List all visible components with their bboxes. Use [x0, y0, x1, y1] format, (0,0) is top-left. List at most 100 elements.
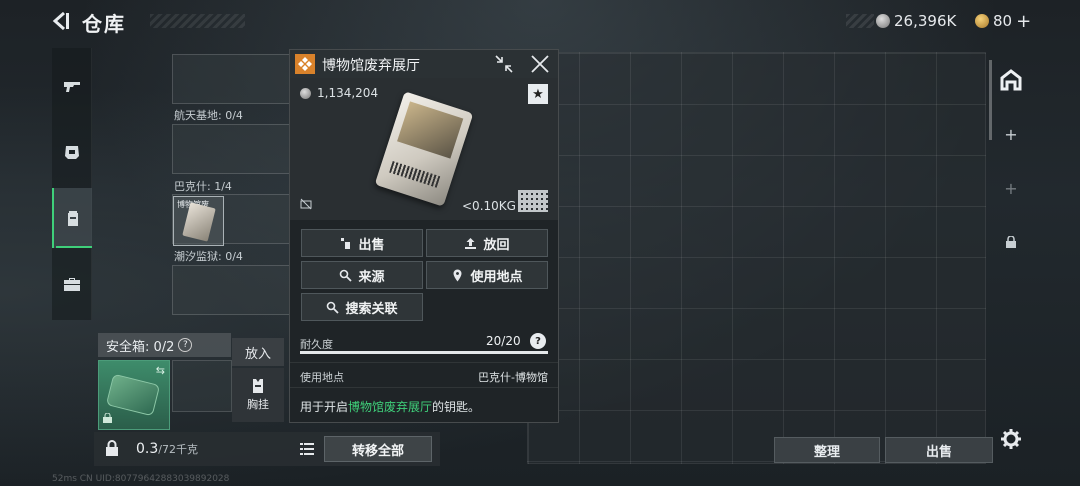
key-card-image	[374, 91, 474, 207]
slot-row-1[interactable]	[172, 54, 290, 104]
panel-sell-label: 出售	[358, 237, 385, 253]
list-icon[interactable]	[298, 440, 316, 458]
back-arrow-icon	[52, 11, 69, 31]
slot-row-2[interactable]	[172, 124, 290, 174]
panel-source-label: 来源	[358, 269, 385, 285]
durability-bar	[300, 351, 548, 354]
silver-amount: 26,396K	[894, 12, 957, 30]
description-highlight: 博物馆废弃展厅	[348, 400, 433, 414]
stash-tabs: + +	[992, 52, 1030, 432]
durability-label: 耐久度	[300, 338, 333, 351]
safe-box-label: 安全箱: 0/2	[106, 339, 175, 355]
currency-decoration	[846, 14, 874, 28]
panel-source-button[interactable]: 来源	[301, 261, 423, 289]
backpack-icon	[68, 211, 78, 226]
chest-rig-button[interactable]: 胸挂	[232, 368, 284, 422]
put-in-button[interactable]: 放入	[232, 338, 284, 366]
card-photo	[397, 101, 464, 159]
category-sidebar	[52, 48, 92, 320]
item-price-value: 1,134,204	[317, 86, 379, 100]
sort-button[interactable]: 整理	[774, 437, 880, 463]
durability-fill	[300, 351, 548, 354]
carry-weight: 0.3/72千克	[136, 441, 198, 457]
help-icon[interactable]: ?	[178, 338, 193, 352]
gold-amount: 80	[993, 12, 1013, 30]
safe-box-slot-2[interactable]	[172, 360, 232, 412]
close-icon[interactable]	[530, 54, 550, 74]
nav-equipment[interactable]	[52, 122, 92, 182]
helmet-icon	[65, 146, 79, 159]
nav-backpack[interactable]	[52, 188, 92, 248]
nav-weapons[interactable]	[52, 56, 92, 116]
no-bind-icon	[300, 198, 312, 210]
safe-box-item[interactable]: ⇆	[98, 360, 170, 430]
durability-value: 20/20	[486, 334, 521, 348]
swap-icon: ⇆	[155, 364, 165, 377]
panel-sell-button[interactable]: 出售	[301, 229, 423, 257]
use-location-value: 巴克什-博物馆	[478, 371, 548, 384]
transfer-all-button[interactable]: 转移全部	[324, 436, 432, 462]
panel-return-button[interactable]: 放回	[426, 229, 548, 257]
weight-capacity: /72千克	[158, 443, 198, 456]
plus-icon: +	[1004, 178, 1018, 198]
item-description: 用于开启博物馆废弃展厅的钥匙。	[300, 398, 480, 415]
page-title: 仓库	[82, 12, 126, 36]
sell-icon	[340, 237, 351, 249]
card-barcode	[389, 160, 441, 188]
warehouse-icon	[1000, 69, 1022, 91]
item-weight: <0.10KG	[462, 199, 516, 213]
nav-case[interactable]	[52, 254, 92, 314]
panel-search-related-button[interactable]: 搜索关联	[301, 293, 423, 321]
silver-coin-icon	[300, 87, 311, 99]
panel-search-related-label: 搜索关联	[345, 301, 398, 317]
museum-key-item[interactable]: 博物馆废	[173, 196, 224, 246]
status-line: 52ms CN UID:80779642883039892028	[52, 474, 230, 484]
panel-use-location-button[interactable]: 使用地点	[426, 261, 548, 289]
silver-currency: 26,396K	[876, 10, 956, 32]
plus-icon: +	[1004, 124, 1018, 144]
use-location-label: 使用地点	[300, 371, 344, 384]
stash-tab-add-1[interactable]: +	[992, 114, 1030, 154]
item-detail-panel: 博物馆废弃展厅 1,134,204 ★ <0.10KG 出售 放回 来源 使用地…	[289, 49, 559, 423]
gold-currency[interactable]: 80 +	[975, 10, 1031, 32]
use-location-row: 使用地点 巴克什-博物馆	[290, 362, 558, 388]
silver-coin-icon	[876, 14, 890, 28]
slot-label-bakesh: 巴克什: 1/4	[174, 180, 232, 193]
item-category-icon	[295, 54, 315, 74]
sell-button[interactable]: 出售	[885, 437, 993, 463]
lock-icon	[106, 440, 118, 456]
panel-return-label: 放回	[483, 237, 510, 253]
panel-header: 博物馆废弃展厅	[290, 50, 558, 78]
weight-value: 0.3	[136, 441, 159, 457]
title-decoration	[150, 14, 245, 28]
upload-icon	[465, 237, 477, 249]
item-size-grid-icon	[518, 190, 548, 212]
durability-help-icon[interactable]: ?	[530, 333, 546, 349]
shrink-icon[interactable]	[494, 54, 514, 74]
panel-use-location-label: 使用地点	[470, 269, 523, 285]
lock-icon	[103, 412, 112, 426]
stash-tab-main[interactable]	[992, 60, 1030, 100]
add-gold-button[interactable]: +	[1016, 11, 1031, 32]
description-prefix: 用于开启	[300, 400, 349, 414]
stash-tab-locked[interactable]	[992, 222, 1030, 262]
slot-label-aerospace: 航天基地: 0/4	[174, 109, 243, 122]
lock-icon	[1006, 236, 1016, 248]
stash-tab-add-2[interactable]: +	[992, 168, 1030, 208]
bottom-bar: 0.3/72千克 转移全部	[94, 432, 440, 466]
stash-grid[interactable]	[527, 52, 986, 464]
gun-icon	[64, 82, 80, 92]
vest-icon	[253, 379, 263, 393]
description-suffix: 的钥匙。	[432, 400, 481, 414]
favorite-button[interactable]: ★	[528, 84, 548, 104]
slot-row-4[interactable]	[172, 265, 290, 315]
gear-icon[interactable]	[1000, 428, 1022, 450]
pin-icon	[453, 269, 462, 281]
search-icon	[327, 301, 340, 314]
slot-label-tidal-prison: 潮汐监狱: 0/4	[174, 250, 243, 263]
back-button[interactable]	[50, 10, 72, 32]
safe-box-header: 安全箱: 0/2 ?	[98, 333, 231, 357]
item-preview: 1,134,204 ★ <0.10KG	[290, 78, 558, 220]
search-icon	[340, 269, 353, 282]
briefcase-icon	[64, 278, 80, 291]
